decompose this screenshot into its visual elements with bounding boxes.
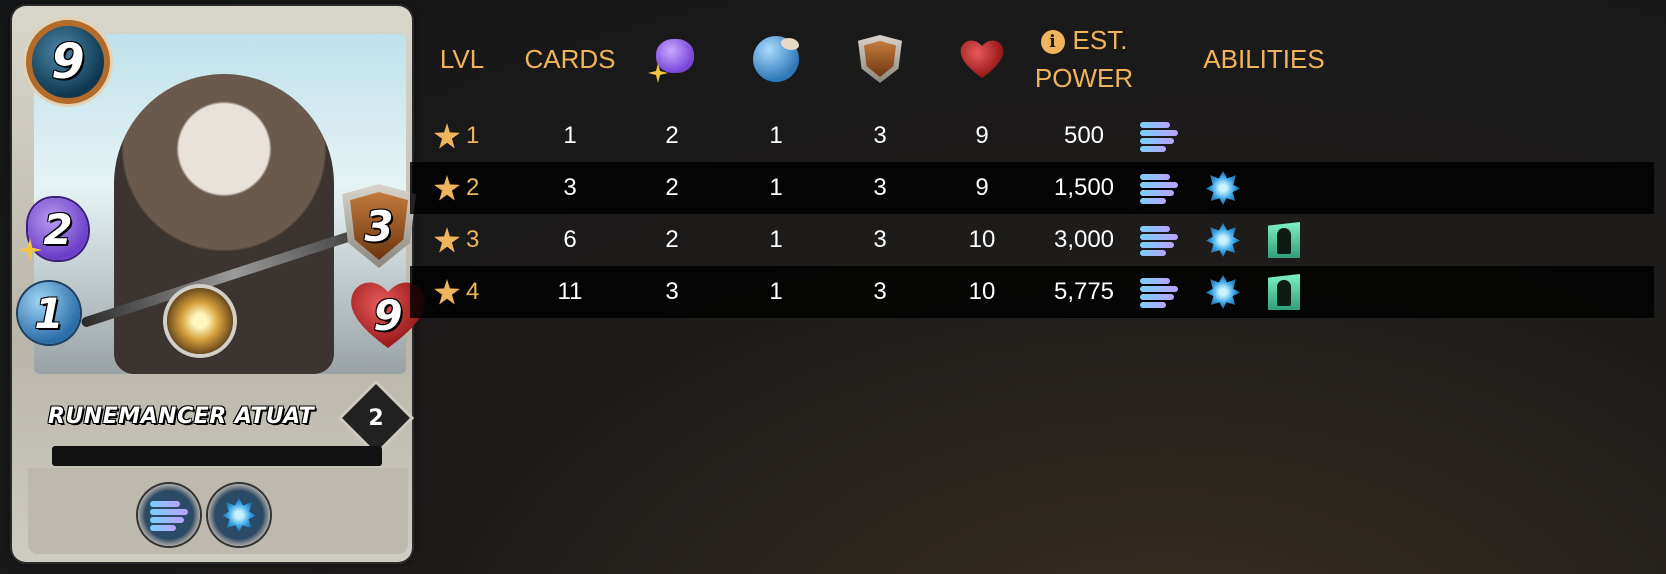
table-body: 1 1 2 1 3 9 500 2 3 2 1 3 9 1,500 3 6 2 …: [410, 110, 1654, 318]
row-power: 500: [1063, 122, 1105, 149]
row-cards: 3: [563, 174, 577, 201]
star-icon: [434, 279, 460, 305]
row-health: 9: [975, 174, 989, 201]
mana-cost-value: 9: [51, 34, 85, 90]
armor-man-ability-icon[interactable]: [1268, 274, 1300, 310]
row-abilities: [1140, 266, 1440, 318]
row-health: 10: [968, 226, 996, 253]
magic-icon: [648, 35, 696, 83]
header-abilities: ABILITIES: [1203, 43, 1325, 74]
armor-man-ability-icon[interactable]: [1268, 222, 1300, 258]
health-value: 9: [373, 290, 403, 340]
card-orb-emblem: [167, 288, 233, 354]
header-est-power[interactable]: i EST. POWER: [1028, 14, 1140, 104]
star-icon: [434, 123, 460, 149]
table-row: 3 6 2 1 3 10 3,000: [410, 214, 1654, 266]
mana-cost-badge: 9: [26, 20, 110, 104]
info-icon[interactable]: i: [1040, 30, 1065, 54]
row-level: 4: [434, 266, 504, 318]
row-power: 5,775: [1053, 278, 1115, 305]
wind-ability-icon: [150, 499, 188, 531]
table-row: 1 1 2 1 3 9 500: [410, 110, 1654, 162]
row-health: 9: [975, 122, 989, 149]
header-lvl: LVL: [439, 43, 485, 74]
star-icon: [434, 227, 460, 253]
row-speed: 1: [769, 174, 783, 201]
row-cards: 11: [557, 278, 583, 305]
shard-ability-icon[interactable]: [1206, 275, 1240, 309]
wind-ability-icon[interactable]: [1140, 172, 1178, 204]
magic-attack-badge: 2: [18, 192, 98, 266]
speed-icon: [753, 36, 799, 82]
header-speed: [726, 14, 826, 104]
row-armor: 3: [873, 174, 887, 201]
header-armor: [830, 14, 930, 104]
health-icon: [959, 38, 1005, 80]
speed-badge: 1: [18, 282, 80, 344]
row-level: 2: [434, 162, 504, 214]
card-level-value: 2: [368, 405, 384, 431]
shard-ability-icon[interactable]: [1206, 223, 1240, 257]
wind-ability-icon[interactable]: [1140, 120, 1178, 152]
monster-card[interactable]: 9 2 1 3 9 RUNEMANCER ATUAT 2: [12, 6, 416, 562]
row-magic: 3: [665, 278, 679, 305]
row-abilities: [1140, 214, 1440, 266]
row-speed: 1: [769, 122, 783, 149]
row-level: 3: [434, 214, 504, 266]
row-armor: 3: [873, 226, 887, 253]
row-armor: 3: [873, 122, 887, 149]
table-row: 2 3 2 1 3 9 1,500: [410, 162, 1654, 214]
speed-value: 1: [34, 288, 64, 338]
row-abilities: [1140, 162, 1440, 214]
row-level: 1: [434, 110, 504, 162]
header-magic: [622, 14, 722, 104]
row-power: 3,000: [1053, 226, 1115, 253]
row-speed: 1: [769, 278, 783, 305]
armor-icon: [858, 35, 902, 83]
row-magic: 2: [665, 122, 679, 149]
row-cards: 1: [563, 122, 577, 149]
star-icon: [434, 175, 460, 201]
card-name: RUNEMANCER ATUAT: [48, 403, 315, 429]
card-nameplate: RUNEMANCER ATUAT: [34, 394, 364, 438]
row-speed: 1: [769, 226, 783, 253]
row-abilities: [1140, 110, 1440, 162]
row-health: 10: [968, 278, 996, 305]
card-ability-slot-2[interactable]: [208, 484, 270, 546]
table-row: 4 11 3 1 3 10 5,775: [410, 266, 1654, 318]
shard-ability-icon[interactable]: [1206, 171, 1240, 205]
row-magic: 2: [665, 174, 679, 201]
armor-value: 3: [364, 201, 394, 251]
shard-ability-icon: [222, 498, 256, 532]
header-power-label: POWER: [1034, 63, 1134, 93]
row-armor: 3: [873, 278, 887, 305]
row-cards: 6: [563, 226, 577, 253]
wind-ability-icon[interactable]: [1140, 276, 1178, 308]
header-est-label: EST.: [1072, 25, 1128, 55]
table-header: LVL CARDS i EST. POWER ABILITIES: [422, 14, 1666, 104]
row-power: 1,500: [1053, 174, 1115, 201]
card-xp-bar: [52, 446, 382, 466]
wind-ability-icon[interactable]: [1140, 224, 1178, 256]
header-cards: CARDS: [524, 43, 616, 74]
row-magic: 2: [665, 226, 679, 253]
magic-attack-value: 2: [43, 204, 73, 254]
card-ability-slot-1[interactable]: [138, 484, 200, 546]
header-health: [932, 14, 1032, 104]
